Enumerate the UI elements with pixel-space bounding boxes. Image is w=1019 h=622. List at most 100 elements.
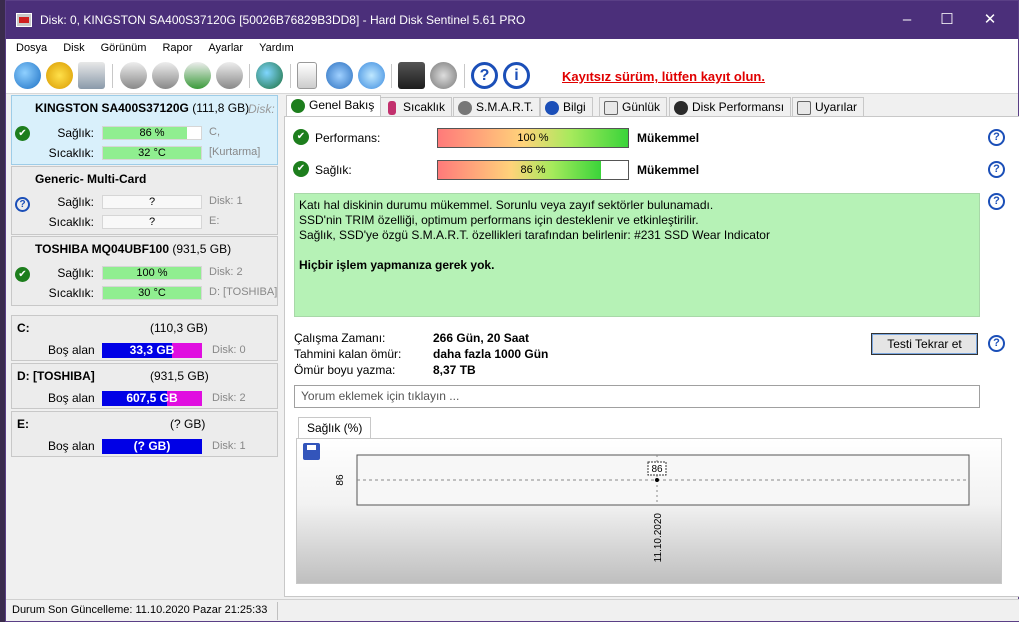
chart-data-label: 86 [651,464,663,475]
main-panel: Genel Bakış Sıcaklık S.M.A.R.T. Bilgi Gü… [284,95,1019,597]
temp-label: Sıcaklık: [48,146,94,160]
sync-icon[interactable] [326,62,353,89]
temp-label: Sıcaklık: [48,215,94,229]
network-icon[interactable] [358,62,385,89]
volume-card-d[interactable]: D: [TOSHIBA] (931,5 GB) Boş alan 607,5 G… [11,363,278,409]
overview-panel: ✔ Performans: 100 % Mükemmel ? ✔ Sağlık:… [284,116,1019,597]
alert-icon[interactable] [46,62,73,89]
disk-check-icon[interactable] [184,62,211,89]
tab-alerts[interactable]: Uyarılar [792,97,865,117]
disk-card-toshiba[interactable]: TOSHIBA MQ04UBF100 (931,5 GB) ✔ Sağlık: … [11,236,278,306]
status-bar: Durum Son Güncelleme: 11.10.2020 Pazar 2… [6,599,1019,621]
volume-aside: Disk: 1 [212,440,246,452]
check-icon: ✔ [293,161,309,177]
help-icon[interactable]: ? [988,335,1005,352]
question-icon: ? [15,197,30,212]
tab-strip: Genel Bakış Sıcaklık S.M.A.R.T. Bilgi Gü… [284,95,1019,117]
menu-disk[interactable]: Disk [55,39,92,57]
performance-rating: Mükemmel [637,131,700,145]
disk-aside: Disk: 2 [209,266,243,278]
tab-health-chart[interactable]: Sağlık (%) [298,417,372,439]
disk-list: KINGSTON SA400S37120G (111,8 GB) Disk: ✔… [11,95,278,597]
menu-dosya[interactable]: Dosya [8,39,55,57]
help-icon[interactable]: ? [988,129,1005,146]
menu-ayarlar[interactable]: Ayarlar [200,39,251,57]
retest-button[interactable]: Testi Tekrar et [871,333,978,355]
free-space-bar: 33,3 GB [102,343,202,358]
help-icon[interactable]: ? [988,161,1005,178]
disk-tool-icon[interactable] [120,62,147,89]
unregistered-link[interactable]: Kayıtsız sürüm, lütfen kayıt olun. [562,69,765,84]
disk-aside: E: [209,215,220,227]
thermometer-icon [388,101,396,115]
disk-label: Disk: [248,102,275,116]
free-space-bar: (? GB) [102,439,202,454]
status-summary: Katı hal diskinin durumu mükemmel. Sorun… [294,193,980,317]
chart-canvas: 86 86 11.10.2020 [335,454,970,563]
disk-name: KINGSTON SA400S37120G [35,101,189,115]
help-icon[interactable]: ? [471,62,498,89]
temp-label: Sıcaklık: [48,286,94,300]
tab-smart[interactable]: S.M.A.R.T. [453,97,541,117]
volume-name: E: [17,417,29,431]
close-button[interactable]: ✕ [969,9,1011,31]
health-bar: ? [102,195,202,209]
minimize-button[interactable]: – [886,9,928,31]
power-on-value: 266 Gün, 20 Saat [433,331,530,345]
summary-line: Sağlık, SSD'ye özgü S.M.A.R.T. özellikle… [299,228,770,242]
disk-name: TOSHIBA MQ04UBF100 [35,242,170,256]
summary-line: SSD'nin TRIM özelliği, optimum performan… [299,213,699,227]
report-icon[interactable] [297,62,317,89]
disk-aside: Disk: 1 [209,195,243,207]
volume-size: (? GB) [170,417,206,431]
menu-gorunum[interactable]: Görünüm [93,39,155,57]
performance-label: Performans: [315,131,381,145]
app-window: Disk: 0, KINGSTON SA400S37120G [50026B76… [5,0,1019,622]
check-circle-icon [291,99,305,113]
tab-temperature[interactable]: Sıcaklık [380,97,453,117]
disk-card-kingston[interactable]: KINGSTON SA400S37120G (111,8 GB) Disk: ✔… [11,95,278,165]
temp-bar: 30 °C [102,286,202,300]
disk-scan-icon[interactable] [216,62,243,89]
globe-icon[interactable] [256,62,283,89]
chart-point [655,478,659,482]
menu-yardim[interactable]: Yardım [251,39,302,57]
volume-card-e[interactable]: E: (? GB) Boş alan (? GB) Disk: 1 [11,411,278,457]
disk-aside: C, [209,126,220,138]
health-label: Sağlık: [315,163,352,177]
drive-icon[interactable] [78,62,105,89]
power-on-label: Çalışma Zamanı: [294,331,386,345]
volume-name: D: [TOSHIBA] [17,369,95,383]
volume-name: C: [17,321,30,335]
chart-x-tick: 11.10.2020 [653,513,664,563]
performance-icon [674,101,688,115]
menu-rapor[interactable]: Rapor [154,39,200,57]
tab-overview[interactable]: Genel Bakış [286,95,382,117]
written-value: 8,37 TB [433,363,476,377]
volume-card-c[interactable]: C: (110,3 GB) Boş alan 33,3 GB Disk: 0 [11,315,278,361]
monitor-icon[interactable] [398,62,425,89]
health-label: Sağlık: [57,195,94,209]
volume-aside: Disk: 0 [212,344,246,356]
comment-input[interactable]: Yorum eklemek için tıklayın ... [294,385,980,408]
free-label: Boş alan [48,343,95,357]
free-label: Boş alan [48,391,95,405]
refresh-icon[interactable] [14,62,41,89]
check-icon: ✔ [15,267,30,282]
tab-log[interactable]: Günlük [599,97,668,117]
menu-bar: Dosya Disk Görünüm Rapor Ayarlar Yardım [6,39,1018,58]
disk-info-icon[interactable] [152,62,179,89]
free-label: Boş alan [48,439,95,453]
help-icon[interactable]: ? [988,193,1005,210]
tab-disk-performance[interactable]: Disk Performansı [669,97,792,117]
info-icon[interactable]: i [503,62,530,89]
volume-size: (110,3 GB) [150,321,208,335]
sound-icon[interactable] [430,62,457,89]
maximize-button[interactable]: ☐ [926,9,968,31]
app-icon [16,13,32,27]
tab-info[interactable]: Bilgi [540,97,593,117]
chart-y-tick: 86 [335,474,346,486]
free-space-bar: 607,5 GB [102,391,202,406]
disk-card-generic[interactable]: Generic- Multi-Card ? Sağlık: ? Disk: 1 … [11,166,278,235]
disk-size: (111,8 GB) [192,101,250,115]
